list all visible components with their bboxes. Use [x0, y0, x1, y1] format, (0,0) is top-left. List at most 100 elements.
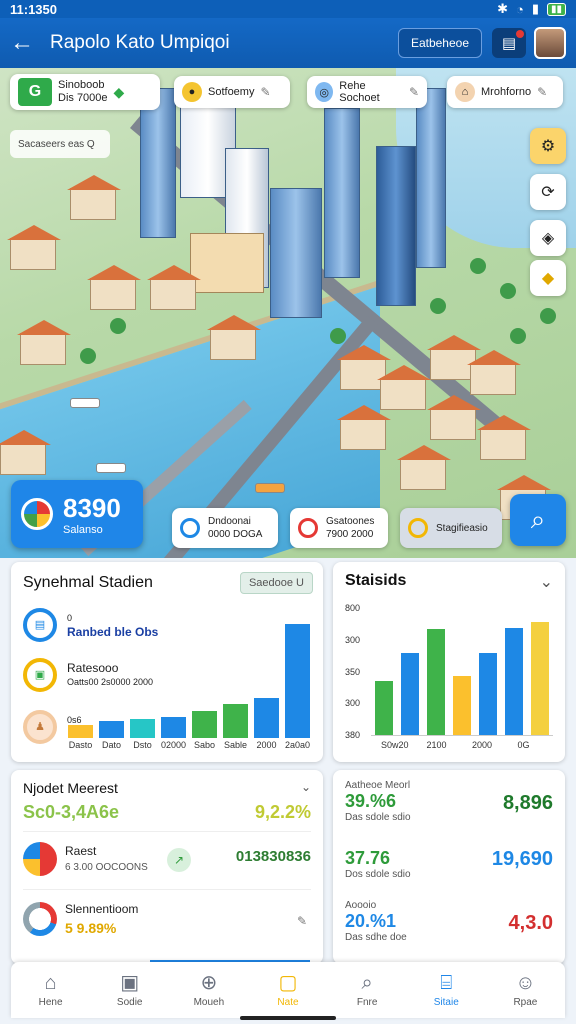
search-button[interactable]: ⌕	[510, 494, 566, 546]
filter-chip-1[interactable]: ● Sotfoemy ✎	[174, 76, 290, 108]
metric-label: Aatheoe Meorl	[345, 780, 411, 791]
compass-icon: ⊕	[200, 971, 218, 994]
store-icon: ⌸	[440, 971, 453, 994]
house	[427, 395, 481, 440]
chevron-down-icon[interactable]: ⌄	[301, 780, 311, 794]
diamond-icon: ◆	[113, 83, 125, 100]
metric-percent: 20.%1	[345, 911, 397, 931]
x-tick-label: S0w20	[381, 740, 409, 750]
mini-card-2[interactable]: Gsatoones 7900 2000	[290, 508, 388, 548]
signal-icon: ▮	[531, 1, 539, 16]
filter-chip-label: Mrohforno	[481, 86, 532, 98]
location-card-subtitle: Dis 7000e	[58, 92, 108, 104]
house	[87, 265, 141, 310]
edit-icon[interactable]: ✎	[297, 914, 307, 928]
overview-filter[interactable]: Saedooe U	[239, 572, 313, 594]
nav-label: Sitaie	[433, 996, 459, 1008]
chart-bar	[400, 653, 420, 735]
search-icon: ⌕	[530, 504, 546, 534]
chart-bar	[192, 711, 217, 738]
y-tick-label: 800	[345, 603, 361, 613]
score-value: 8390	[63, 492, 121, 523]
nav-item-explore[interactable]: ⊕ Moueh	[169, 962, 248, 1018]
x-tick-label: Sable	[223, 740, 248, 750]
market-row-value: 5 9.89%	[65, 920, 117, 936]
status-bar: 11:1350 ✱ ◔ ▮ ▮▮	[0, 0, 576, 18]
filter-chip-3[interactable]: ⌂ Mrohforno ✎	[447, 76, 563, 108]
location-card-title: Sinoboob	[58, 79, 105, 91]
layers-button[interactable]: ◈	[530, 220, 566, 256]
building	[376, 146, 416, 306]
chart-bar	[68, 724, 93, 738]
metrics-card: Aatheoe Meorl 39.%6 8,896 Das sdole sdio…	[333, 770, 565, 964]
chart-bar	[478, 653, 498, 735]
donut-icon	[23, 902, 57, 936]
people-icon: ♟	[23, 710, 57, 744]
pin-button[interactable]: ◆	[530, 260, 566, 296]
market-row[interactable]: Sc0-3,4A6e 9,2.2%	[23, 802, 311, 832]
mini-card-1[interactable]: Dndoonai 0000 DOGA	[172, 508, 278, 548]
nav-item-search[interactable]: ⌕ Fnre	[328, 962, 407, 1018]
x-tick-label: 02000	[160, 740, 187, 750]
photo-icon: ▣	[120, 971, 140, 994]
location-card[interactable]: G Sinoboob Dis 7000e ◆	[10, 74, 160, 110]
clipboard-icon: ▤	[501, 35, 517, 52]
settings-button[interactable]: ⚙	[530, 128, 566, 164]
tree	[330, 328, 346, 344]
house	[17, 320, 71, 365]
nav-item-wallet[interactable]: ▢ Nate	[248, 962, 327, 1018]
notification-button[interactable]: ▤	[492, 28, 526, 58]
tree	[110, 318, 126, 334]
home-indicator	[240, 1016, 336, 1020]
building	[416, 88, 446, 268]
overview-bar-chart	[65, 614, 313, 738]
bus-icon: ▣	[23, 658, 57, 692]
tree	[80, 348, 96, 364]
metric-item: 37.76 19,690 Dos sdole sdio	[345, 848, 553, 880]
nav-item-store[interactable]: ⌸ Sitaie	[407, 962, 486, 1018]
market-row-value: Sc0-3,4A6e	[23, 802, 120, 822]
statistics-card: Staisids ⌄ 800 300 350 300 380 S0w20 2100 2000…	[333, 562, 565, 762]
tree	[430, 298, 446, 314]
header-action-button[interactable]: Eatbeheoe	[397, 28, 482, 58]
mini-card-3[interactable]: Stagifieasio	[400, 508, 502, 548]
nav-item-photos[interactable]: ▣ Sodie	[90, 962, 169, 1018]
statistics-bar-chart	[371, 608, 553, 736]
statistics-y-axis: 800 300 350 300 380	[345, 603, 369, 740]
search-icon: ⌕	[361, 971, 373, 994]
filter-chip-2[interactable]: ◎ Rehe Sochoet ✎	[307, 76, 427, 108]
overview-card: Synehmal Stadien Saedooe U ▤ 0 Ranbed bl…	[11, 562, 323, 762]
rotate-button[interactable]: ⟳	[530, 174, 566, 210]
chart-bar	[452, 676, 472, 735]
x-tick-label: 2000	[256, 740, 277, 750]
metric-item: Aatheoe Meorl 39.%6 8,896 Das sdole sdio	[345, 780, 553, 823]
wallet-icon: ▢	[278, 971, 298, 994]
tree	[470, 258, 486, 274]
house	[477, 415, 531, 460]
chart-bar	[130, 718, 155, 738]
location-badge-icon: G	[18, 78, 52, 106]
chevron-down-icon[interactable]: ⌄	[540, 572, 553, 592]
market-row[interactable]: Raest 6 3.00 OOCOONS ↗ 013830836	[23, 842, 311, 890]
avatar[interactable]	[534, 27, 566, 59]
x-tick-label: 2000	[472, 740, 493, 750]
map-search-tag[interactable]: Sacaseers eas Q	[10, 130, 110, 158]
market-card: Njodet Meerest ⌄ Sc0-3,4A6e 9,2.2% Raest…	[11, 770, 323, 964]
bluetooth-icon: ✱	[497, 1, 508, 16]
market-row-sub: 6 3.00 OOCOONS	[65, 862, 148, 873]
home-icon: ⌂	[455, 82, 475, 102]
metric-value: 4,3.0	[508, 912, 553, 934]
nav-item-profile[interactable]: ☺ Rpae	[486, 962, 565, 1018]
score-label: Salanso	[63, 523, 103, 536]
chart-icon	[23, 842, 57, 876]
back-arrow-icon[interactable]: ←	[10, 29, 38, 57]
metric-value: 8,896	[502, 792, 553, 814]
x-tick-label: Dato	[101, 740, 121, 750]
market-row-change: 9,2.2%	[254, 802, 311, 822]
mini-card-text: Gsatoones 7900 2000	[326, 515, 374, 541]
market-row[interactable]: Slennentioom 5 9.89% ✎	[23, 900, 311, 948]
statistics-x-axis: S0w20 2100 2000 0G	[371, 740, 553, 752]
score-card[interactable]: 8390 Salanso	[11, 480, 143, 548]
nav-item-home[interactable]: ⌂ Hene	[11, 962, 90, 1018]
bottom-navigation: ⌂ Hene ▣ Sodie ⊕ Moueh ▢ Nate ⌕ Fnre ⌸ Sitaie …	[11, 962, 565, 1018]
